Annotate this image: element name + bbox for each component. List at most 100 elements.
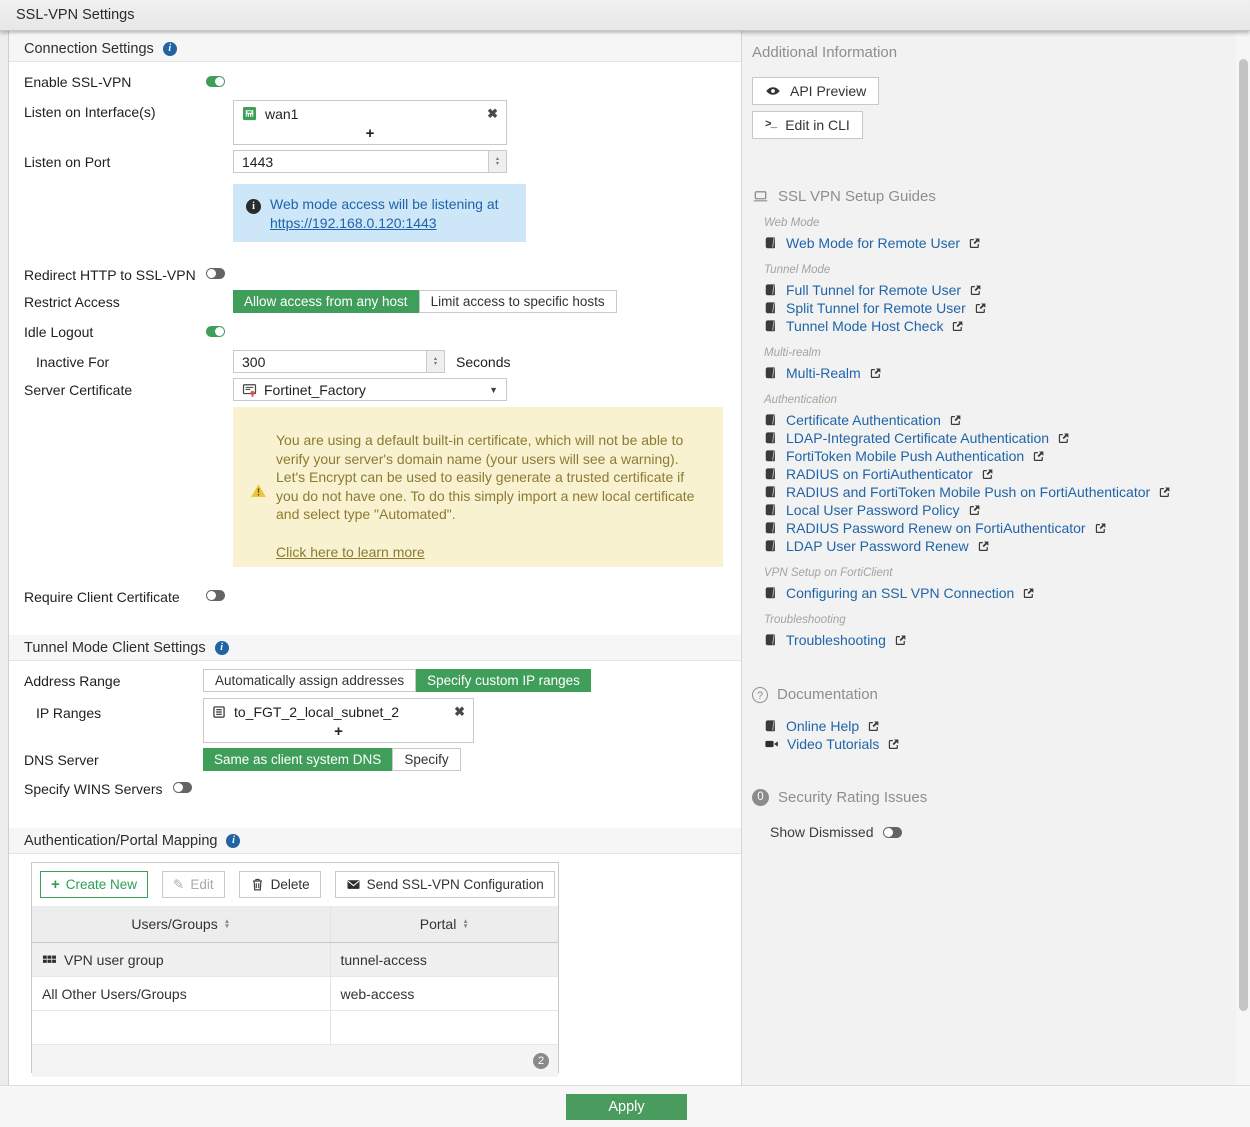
delete-button[interactable]: Delete <box>239 871 321 898</box>
address-object-icon <box>212 705 226 719</box>
redirect-http-toggle[interactable] <box>206 268 225 279</box>
inactive-stepper[interactable]: ▴ ▾ <box>426 351 444 372</box>
add-ip-range-button[interactable]: + <box>204 724 473 742</box>
external-link-icon[interactable] <box>887 738 900 751</box>
guide-link[interactable]: LDAP-Integrated Certificate Authenticati… <box>786 429 1049 447</box>
seconds-unit-label: Seconds <box>456 354 510 370</box>
security-rating-title: Security Rating Issues <box>778 789 927 806</box>
ip-ranges-label: IP Ranges <box>36 705 101 721</box>
table-row[interactable]: VPN user group tunnel-access <box>32 943 558 977</box>
address-range-auto-option[interactable]: Automatically assign addresses <box>203 669 416 692</box>
sort-icon[interactable]: ▲▼ <box>224 919 230 930</box>
port-stepper[interactable]: ▴ ▾ <box>488 151 506 172</box>
guide-link[interactable]: FortiToken Mobile Push Authentication <box>786 447 1024 465</box>
guide-link[interactable]: RADIUS on FortiAuthenticator <box>786 465 973 483</box>
vertical-scrollbar[interactable] <box>1239 59 1248 1011</box>
stepper-down-icon[interactable]: ▾ <box>496 162 499 167</box>
guide-link[interactable]: Configuring an SSL VPN Connection <box>786 584 1014 602</box>
external-link-icon[interactable] <box>981 468 994 481</box>
guide-subcategory: Troubleshooting <box>764 614 1236 626</box>
guide-subcategory: Tunnel Mode <box>764 264 1236 276</box>
external-link-icon[interactable] <box>969 284 982 297</box>
web-mode-url-link[interactable]: https://192.168.0.120:1443 <box>270 215 437 231</box>
video-camera-icon <box>764 737 779 751</box>
require-client-cert-toggle[interactable] <box>206 590 225 601</box>
edit-in-cli-button[interactable]: >_ Edit in CLI <box>752 111 863 139</box>
learn-more-link[interactable]: Click here to learn more <box>276 543 425 562</box>
external-link-icon[interactable] <box>977 540 990 553</box>
column-header-users-groups[interactable]: Users/Groups ▲▼ <box>32 906 330 943</box>
external-link-icon[interactable] <box>869 367 882 380</box>
show-dismissed-row: Show Dismissed <box>770 824 1236 840</box>
external-link-icon[interactable] <box>1057 432 1070 445</box>
external-link-icon[interactable] <box>1158 486 1171 499</box>
server-certificate-select[interactable]: Fortinet_Factory ▼ <box>233 378 507 401</box>
stepper-down-icon[interactable]: ▾ <box>434 362 437 367</box>
address-range-custom-option[interactable]: Specify custom IP ranges <box>416 669 591 692</box>
info-icon[interactable]: i <box>226 834 240 848</box>
show-dismissed-label: Show Dismissed <box>770 824 873 840</box>
restrict-option-specific-hosts[interactable]: Limit access to specific hosts <box>419 290 617 313</box>
external-link-icon[interactable] <box>894 634 907 647</box>
guide-link[interactable]: Multi-Realm <box>786 364 861 382</box>
column-header-portal[interactable]: Portal ▲▼ <box>330 906 558 943</box>
listen-interfaces-label: Listen on Interface(s) <box>24 104 156 120</box>
guide-link[interactable]: Full Tunnel for Remote User <box>786 281 961 299</box>
dns-specify-option[interactable]: Specify <box>392 748 460 771</box>
guide-link[interactable]: LDAP User Password Renew <box>786 537 969 555</box>
book-icon <box>764 431 778 445</box>
info-icon[interactable]: i <box>215 641 229 655</box>
restrict-option-any-host[interactable]: Allow access from any host <box>233 290 419 313</box>
guide-link-row: Local User Password Policy <box>764 501 1236 519</box>
listen-port-input[interactable] <box>234 153 488 171</box>
online-help-link[interactable]: Online Help <box>786 717 859 735</box>
guide-link[interactable]: Local User Password Policy <box>786 501 960 519</box>
video-tutorials-link[interactable]: Video Tutorials <box>787 735 879 753</box>
external-link-icon[interactable] <box>1032 450 1045 463</box>
create-new-button[interactable]: + Create New <box>40 871 148 898</box>
restrict-access-label: Restrict Access <box>24 294 120 310</box>
dns-same-as-client-option[interactable]: Same as client system DNS <box>203 748 392 771</box>
ip-ranges-field[interactable]: to_FGT_2_local_subnet_2 ✖ + <box>203 698 474 743</box>
idle-logout-toggle[interactable] <box>206 326 225 337</box>
documentation-title: Documentation <box>777 686 878 703</box>
server-certificate-value-row: Fortinet_Factory ▼ <box>234 379 506 400</box>
external-link-icon[interactable] <box>1094 522 1107 535</box>
guide-link[interactable]: Tunnel Mode Host Check <box>786 317 943 335</box>
specify-wins-toggle[interactable] <box>173 782 192 793</box>
external-link-icon[interactable] <box>974 302 987 315</box>
guide-link[interactable]: RADIUS Password Renew on FortiAuthentica… <box>786 519 1086 537</box>
inactive-for-input[interactable] <box>234 353 426 371</box>
enable-ssl-vpn-toggle[interactable] <box>206 76 225 87</box>
external-link-icon[interactable] <box>951 320 964 333</box>
book-icon <box>764 413 778 427</box>
external-link-icon[interactable] <box>968 237 981 250</box>
sort-icon[interactable]: ▲▼ <box>462 919 468 930</box>
api-preview-button[interactable]: API Preview <box>752 77 879 105</box>
guide-link[interactable]: Split Tunnel for Remote User <box>786 299 966 317</box>
remove-ip-range-icon[interactable]: ✖ <box>454 704 465 720</box>
apply-button[interactable]: Apply <box>566 1094 687 1120</box>
guide-link[interactable]: RADIUS and FortiToken Mobile Push on For… <box>786 483 1150 501</box>
edit-button[interactable]: ✎ Edit <box>162 871 225 898</box>
external-link-icon[interactable] <box>949 414 962 427</box>
terminal-icon: >_ <box>765 119 776 131</box>
add-interface-button[interactable]: + <box>234 126 506 144</box>
book-icon <box>764 283 778 297</box>
table-row[interactable]: All Other Users/Groups web-access <box>32 977 558 1011</box>
guide-link[interactable]: Certificate Authentication <box>786 411 941 429</box>
guide-link[interactable]: Troubleshooting <box>786 631 886 649</box>
external-link-icon[interactable] <box>968 504 981 517</box>
info-circle-icon: i <box>246 199 261 214</box>
send-ssl-vpn-config-button[interactable]: Send SSL-VPN Configuration <box>335 871 555 898</box>
external-link-icon[interactable] <box>1022 587 1035 600</box>
external-link-icon[interactable] <box>867 720 880 733</box>
guide-link[interactable]: Web Mode for Remote User <box>786 234 960 252</box>
listen-interfaces-field[interactable]: wan1 ✖ + <box>233 100 507 145</box>
remove-interface-icon[interactable]: ✖ <box>487 106 498 122</box>
window-title-bar: SSL-VPN Settings <box>0 0 1250 31</box>
interface-entry: wan1 ✖ <box>234 101 506 126</box>
portal-mapping-table-container: + Create New ✎ Edit Delete Send SSL-VPN … <box>31 862 559 1073</box>
show-dismissed-toggle[interactable] <box>883 827 902 838</box>
info-icon[interactable]: i <box>163 42 177 56</box>
